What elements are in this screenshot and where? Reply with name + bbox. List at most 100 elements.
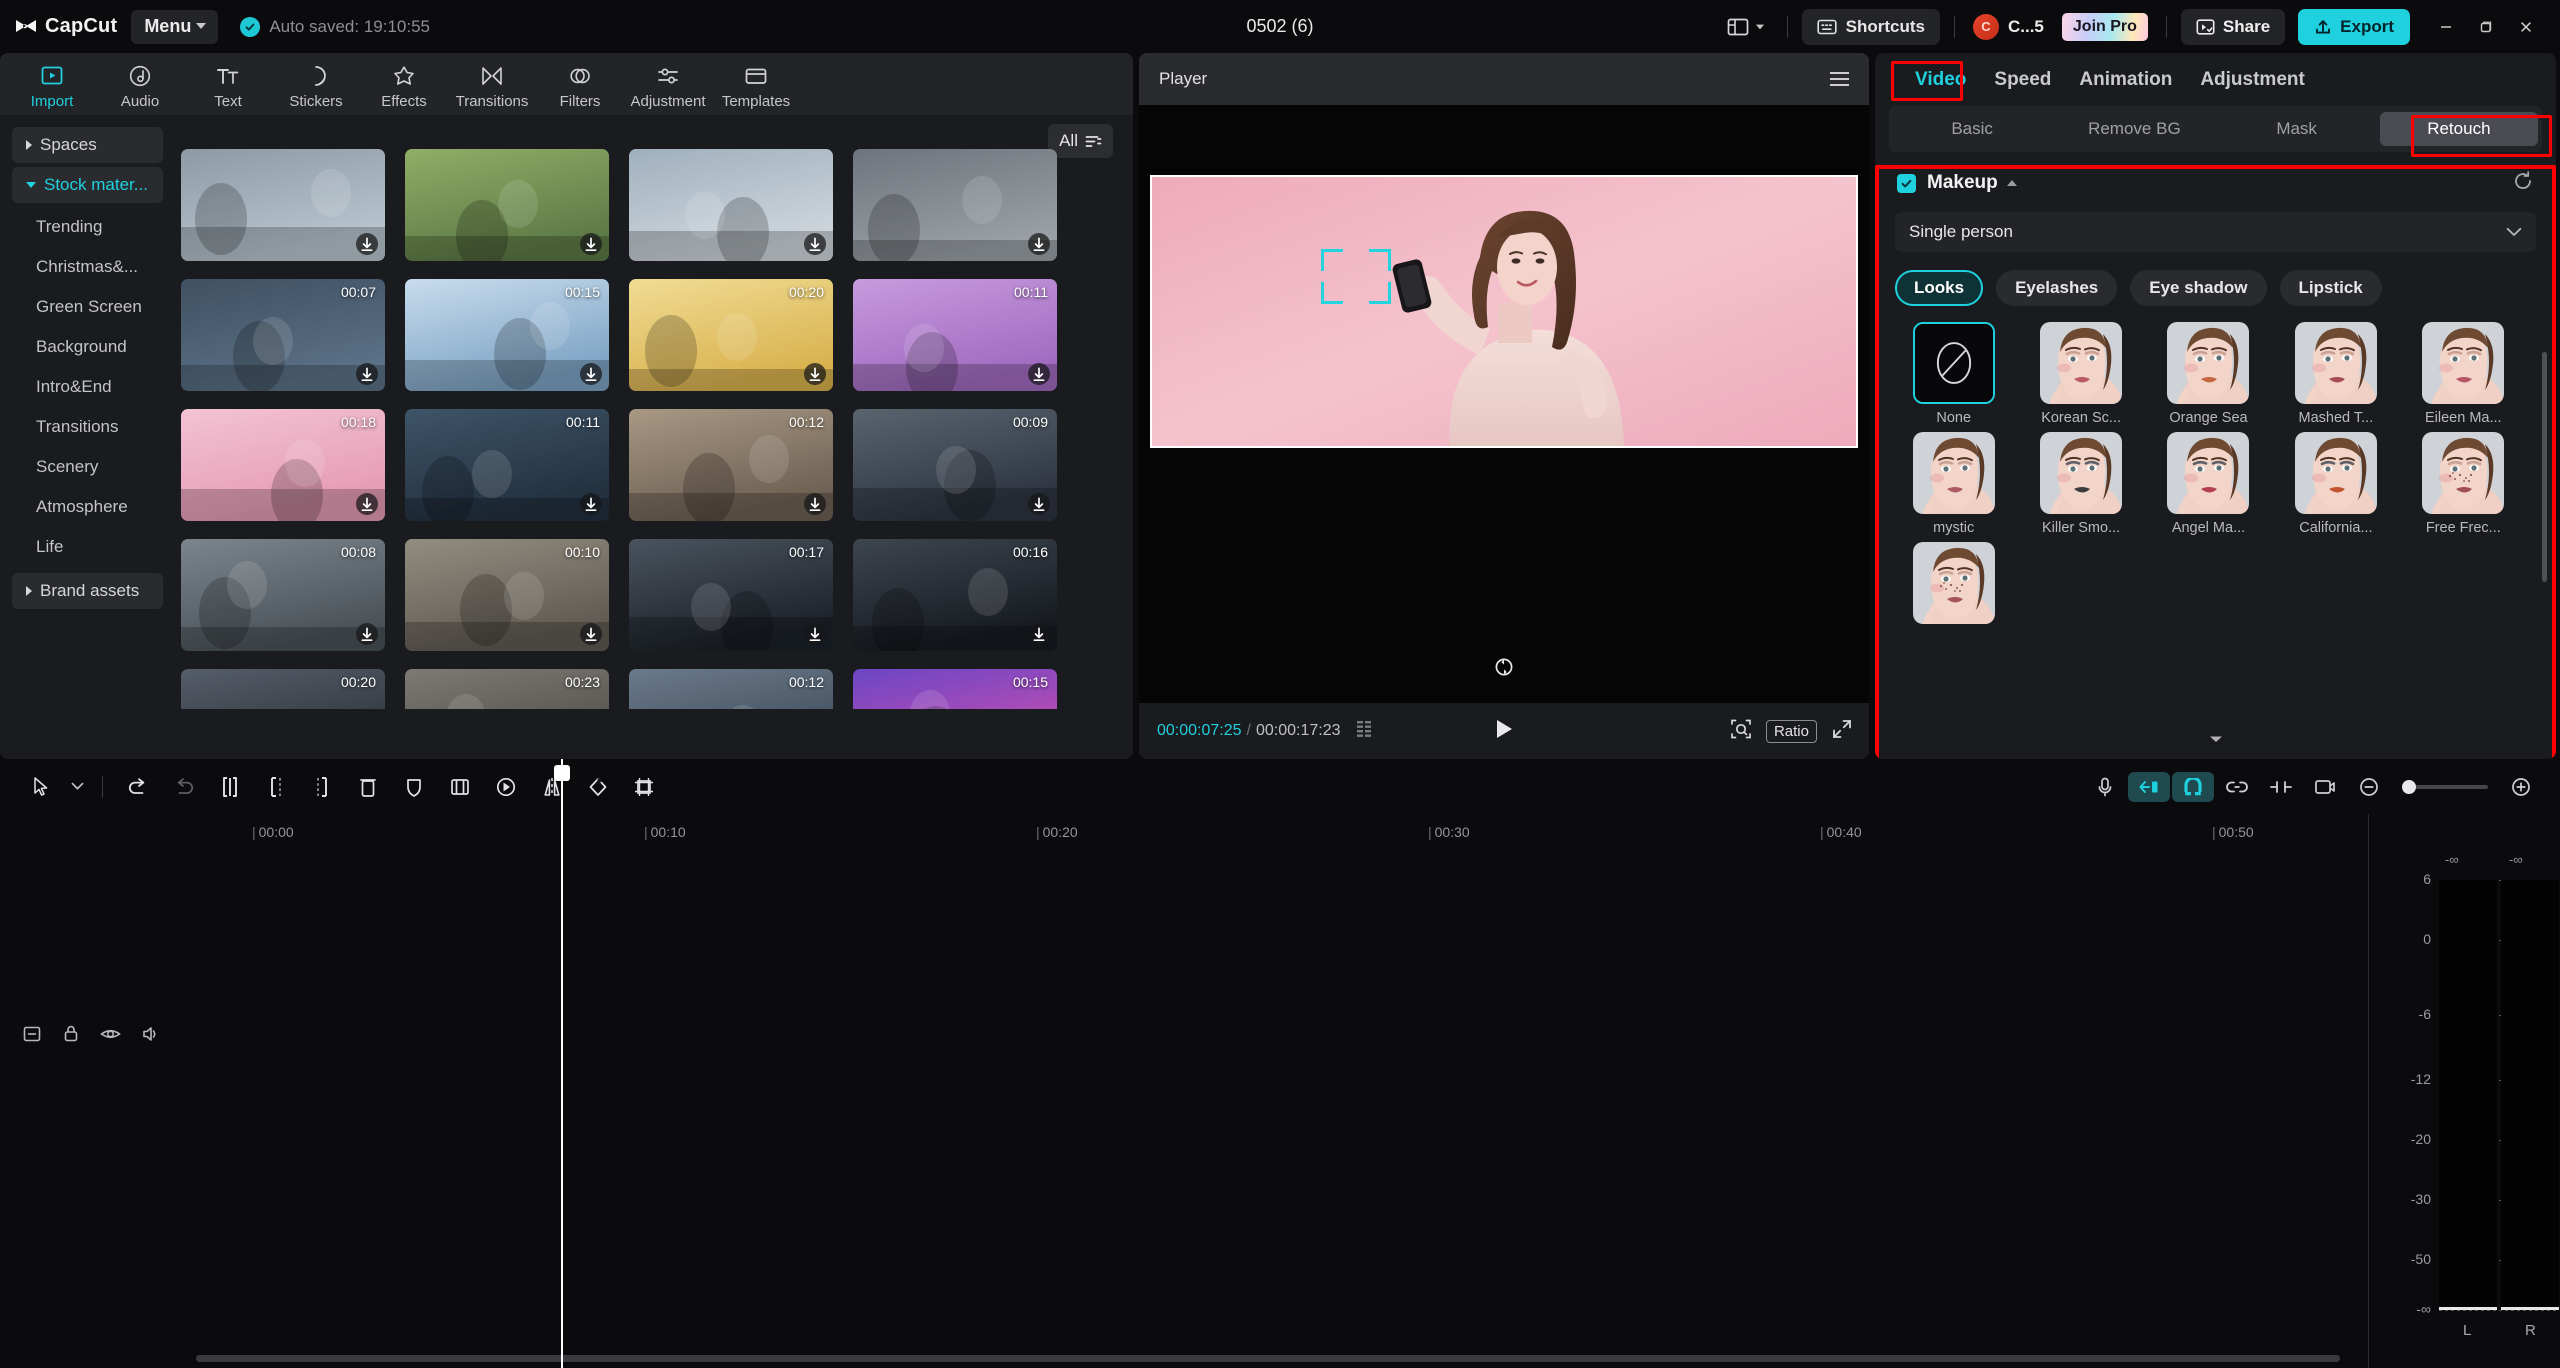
looks-scrollbar[interactable] <box>2542 352 2547 582</box>
subtab-mask[interactable]: Mask <box>2218 112 2376 146</box>
media-thumbnail[interactable] <box>405 149 609 261</box>
minimize-button[interactable] <box>2426 9 2466 45</box>
trim-end-button[interactable] <box>299 768 345 806</box>
download-icon[interactable] <box>804 233 826 255</box>
selection-handle[interactable] <box>1321 282 1324 304</box>
player-menu-icon[interactable] <box>1830 72 1849 86</box>
reset-icon[interactable] <box>2512 170 2534 197</box>
selection-handle[interactable] <box>1321 249 1324 271</box>
magnet-snap-button[interactable] <box>2172 772 2214 802</box>
media-thumbnail[interactable]: 00:16 <box>853 539 1057 651</box>
media-thumbnail[interactable]: 00:12 <box>629 409 833 521</box>
download-icon[interactable] <box>580 493 602 515</box>
look-none[interactable]: None <box>1895 322 2012 426</box>
media-thumbnail[interactable]: 00:23 <box>405 669 609 709</box>
tool-tab-transitions[interactable]: Transitions <box>448 59 536 110</box>
look-preset[interactable]: Eileen Ma... <box>2405 322 2522 426</box>
export-button[interactable]: Export <box>2298 9 2410 45</box>
tool-tab-effects[interactable]: Effects <box>360 59 448 110</box>
download-icon[interactable] <box>356 623 378 645</box>
tool-tab-templates[interactable]: Templates <box>712 59 800 110</box>
tool-tab-import[interactable]: Import <box>8 59 96 110</box>
rotate-handle-icon[interactable] <box>1493 656 1515 678</box>
playhead-knob[interactable] <box>554 765 570 781</box>
shield-button[interactable] <box>391 768 437 806</box>
rotate-button[interactable] <box>575 768 621 806</box>
library-item-trending[interactable]: Trending <box>0 207 175 247</box>
tab-adjustment[interactable]: Adjustment <box>2186 63 2319 97</box>
library-item-life[interactable]: Life <box>0 527 175 567</box>
lock-icon[interactable] <box>62 1024 80 1048</box>
zoom-preview-icon[interactable] <box>1730 718 1752 745</box>
expand-more-icon[interactable] <box>2206 732 2226 750</box>
media-thumbnail[interactable]: 00:08 <box>181 539 385 651</box>
download-icon[interactable] <box>580 363 602 385</box>
split-button[interactable] <box>207 768 253 806</box>
timeline-ruler[interactable]: |00:00|00:10|00:20|00:30|00:40|00:50 <box>0 814 2368 852</box>
close-button[interactable] <box>2506 9 2546 45</box>
autofit-button[interactable] <box>2128 772 2170 802</box>
tab-speed[interactable]: Speed <box>1980 63 2065 97</box>
subtab-retouch[interactable]: Retouch <box>2380 112 2538 146</box>
fullscreen-icon[interactable] <box>1831 718 1853 745</box>
freeze-button[interactable] <box>437 768 483 806</box>
library-group-brand-assets[interactable]: Brand assets <box>12 573 163 609</box>
redo-button[interactable] <box>161 768 207 806</box>
library-item-intro-end[interactable]: Intro&End <box>0 367 175 407</box>
media-thumbnail[interactable]: 00:17 <box>629 539 833 651</box>
media-thumbnail[interactable]: 00:20 <box>629 279 833 391</box>
frame-grid-icon[interactable] <box>1357 721 1379 742</box>
media-thumbnail[interactable]: 00:15 <box>405 279 609 391</box>
pill-lipstick[interactable]: Lipstick <box>2280 270 2382 306</box>
look-preset[interactable]: California... <box>2277 432 2394 536</box>
tool-tab-audio[interactable]: Audio <box>96 59 184 110</box>
zoom-in-button[interactable] <box>2500 772 2542 802</box>
download-icon[interactable] <box>804 363 826 385</box>
playhead[interactable] <box>561 759 563 1368</box>
download-icon[interactable] <box>356 233 378 255</box>
download-icon[interactable] <box>804 623 826 645</box>
media-thumbnail[interactable]: 00:11 <box>405 409 609 521</box>
zoom-slider[interactable] <box>2402 785 2488 789</box>
download-icon[interactable] <box>580 623 602 645</box>
play-button[interactable] <box>1494 718 1514 745</box>
makeup-checkbox[interactable] <box>1897 174 1916 193</box>
media-thumbnail[interactable] <box>181 149 385 261</box>
maximize-button[interactable] <box>2466 9 2506 45</box>
download-icon[interactable] <box>1028 363 1050 385</box>
media-thumbnail[interactable]: 00:10 <box>405 539 609 651</box>
zoom-slider-knob[interactable] <box>2402 780 2416 794</box>
chevron-up-icon[interactable] <box>2007 180 2017 186</box>
look-preset[interactable]: Killer Smo... <box>2022 432 2139 536</box>
media-thumbnail[interactable]: 00:12 <box>629 669 833 709</box>
pill-eyelashes[interactable]: Eyelashes <box>1996 270 2117 306</box>
media-thumbnail[interactable]: 00:09 <box>853 409 1057 521</box>
person-select[interactable]: Single person <box>1895 212 2536 252</box>
tool-tab-stickers[interactable]: Stickers <box>272 59 360 110</box>
library-item-scenery[interactable]: Scenery <box>0 447 175 487</box>
look-preset[interactable]: Free Frec... <box>2405 432 2522 536</box>
preview-window-button[interactable] <box>2304 772 2346 802</box>
media-thumbnail[interactable]: 00:07 <box>181 279 385 391</box>
download-icon[interactable] <box>804 493 826 515</box>
media-thumbnail[interactable]: 00:18 <box>181 409 385 521</box>
zoom-out-button[interactable] <box>2348 772 2390 802</box>
library-item-atmosphere[interactable]: Atmosphere <box>0 487 175 527</box>
media-thumbnail[interactable] <box>629 149 833 261</box>
selection-handle[interactable] <box>1321 301 1343 304</box>
library-item-background[interactable]: Background <box>0 327 175 367</box>
media-thumbnail[interactable]: 00:15 <box>853 669 1057 709</box>
ratio-button[interactable]: Ratio <box>1766 720 1817 743</box>
timeline-horizontal-scrollbar[interactable] <box>196 1355 2340 1362</box>
pill-looks[interactable]: Looks <box>1895 270 1983 306</box>
pill-eye-shadow[interactable]: Eye shadow <box>2130 270 2266 306</box>
download-icon[interactable] <box>356 493 378 515</box>
crop-button[interactable] <box>621 768 667 806</box>
look-preset[interactable] <box>1895 542 2012 630</box>
download-icon[interactable] <box>1028 233 1050 255</box>
delete-button[interactable] <box>345 768 391 806</box>
library-group-spaces[interactable]: Spaces <box>12 127 163 163</box>
reverse-button[interactable] <box>483 768 529 806</box>
account-area[interactable]: C C...5 Join Pro <box>1969 13 2152 41</box>
subtab-basic[interactable]: Basic <box>1893 112 2051 146</box>
